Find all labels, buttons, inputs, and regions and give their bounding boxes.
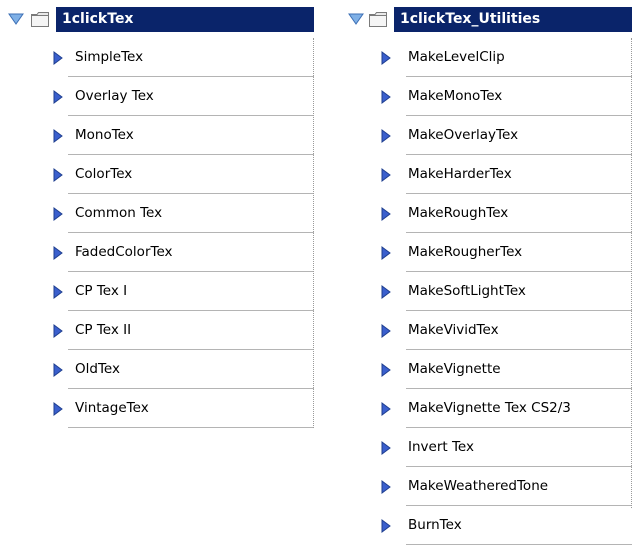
action-label: MakeSoftLightTex	[408, 283, 526, 299]
action-label: MakeOverlayTex	[408, 127, 519, 143]
action-item[interactable]: MakeLevelClip	[343, 38, 632, 77]
play-triangle-icon[interactable]	[53, 207, 63, 221]
play-triangle-icon[interactable]	[381, 519, 391, 533]
action-item[interactable]: MakeHarderTex	[343, 155, 632, 194]
action-label: MakeLevelClip	[408, 49, 505, 65]
action-set-title[interactable]: 1clickTex	[56, 7, 314, 32]
row-divider	[68, 427, 314, 428]
action-item[interactable]: MakeVignette	[343, 350, 632, 389]
action-item[interactable]: MakeVividTex	[343, 311, 632, 350]
play-triangle-icon[interactable]	[381, 441, 391, 455]
action-item[interactable]: MakeWeatheredTone	[343, 467, 632, 506]
action-item[interactable]: Invert Tex	[343, 428, 632, 467]
play-triangle-icon[interactable]	[381, 90, 391, 104]
play-triangle-icon[interactable]	[381, 363, 391, 377]
action-label: SimpleTex	[75, 49, 144, 65]
play-triangle-icon[interactable]	[381, 207, 391, 221]
action-label: MakeHarderTex	[408, 166, 512, 182]
action-list: SimpleTex Overlay Tex MonoTex ColorTex Commo…	[0, 38, 314, 428]
action-label: Common Tex	[75, 205, 163, 221]
action-item[interactable]: MakeRougherTex	[343, 233, 632, 272]
play-triangle-icon[interactable]	[381, 129, 391, 143]
action-label: MonoTex	[75, 127, 134, 143]
play-triangle-icon[interactable]	[381, 51, 391, 65]
folder-icon	[369, 12, 387, 27]
action-label: MakeRougherTex	[408, 244, 523, 260]
play-triangle-icon[interactable]	[53, 90, 63, 104]
action-label: FadedColorTex	[75, 244, 173, 260]
action-label: BurnTex	[408, 517, 462, 533]
play-triangle-icon[interactable]	[381, 480, 391, 494]
row-divider	[406, 544, 632, 545]
action-label: MakeVignette	[408, 361, 501, 377]
action-item[interactable]: MakeMonoTex	[343, 77, 632, 116]
play-triangle-icon[interactable]	[53, 129, 63, 143]
action-item[interactable]: CP Tex I	[0, 272, 314, 311]
play-triangle-icon[interactable]	[381, 246, 391, 260]
action-label: MakeRoughTex	[408, 205, 509, 221]
action-item[interactable]: MakeRoughTex	[343, 194, 632, 233]
action-label: MakeMonoTex	[408, 88, 503, 104]
play-triangle-icon[interactable]	[53, 285, 63, 299]
panel-divider	[312, 38, 314, 428]
action-item[interactable]: Common Tex	[0, 194, 314, 233]
play-triangle-icon[interactable]	[381, 402, 391, 416]
action-label: CP Tex I	[75, 283, 128, 299]
folder-icon	[31, 12, 49, 27]
action-item[interactable]: MakeVignette Tex CS2/3	[343, 389, 632, 428]
action-item[interactable]: CP Tex II	[0, 311, 314, 350]
play-triangle-icon[interactable]	[381, 324, 391, 338]
action-label: OldTex	[75, 361, 120, 377]
action-item[interactable]: VintageTex	[0, 389, 314, 428]
action-item[interactable]: BurnTex	[343, 506, 632, 545]
action-label: MakeVividTex	[408, 322, 499, 338]
play-triangle-icon[interactable]	[53, 246, 63, 260]
action-label: CP Tex II	[75, 322, 132, 338]
action-item[interactable]: SimpleTex	[0, 38, 314, 77]
action-label: MakeVignette Tex CS2/3	[408, 400, 571, 416]
action-set-header[interactable]: 1clickTex	[0, 0, 314, 38]
triangle-down-icon[interactable]	[348, 12, 364, 26]
action-item[interactable]: MakeOverlayTex	[343, 116, 632, 155]
action-item[interactable]: ColorTex	[0, 155, 314, 194]
play-triangle-icon[interactable]	[381, 168, 391, 182]
action-item[interactable]: MakeSoftLightTex	[343, 272, 632, 311]
action-label: ColorTex	[75, 166, 133, 182]
play-triangle-icon[interactable]	[53, 51, 63, 65]
play-triangle-icon[interactable]	[53, 168, 63, 182]
action-list: MakeLevelClip MakeMonoTex MakeOverlayTex Ma…	[343, 38, 632, 545]
action-label: Invert Tex	[408, 439, 474, 455]
action-item[interactable]: OldTex	[0, 350, 314, 389]
action-set-header[interactable]: 1clickTex_Utilities	[343, 0, 632, 38]
play-triangle-icon[interactable]	[381, 285, 391, 299]
play-triangle-icon[interactable]	[53, 402, 63, 416]
action-label: VintageTex	[75, 400, 149, 416]
action-item[interactable]: FadedColorTex	[0, 233, 314, 272]
play-triangle-icon[interactable]	[53, 324, 63, 338]
action-item[interactable]: Overlay Tex	[0, 77, 314, 116]
action-item[interactable]: MonoTex	[0, 116, 314, 155]
action-panel-1clicktex-utilities: 1clickTex_Utilities MakeLevelClip MakeMon…	[343, 0, 632, 545]
play-triangle-icon[interactable]	[53, 363, 63, 377]
action-set-title[interactable]: 1clickTex_Utilities	[394, 7, 632, 32]
action-panel-1clicktex: 1clickTex SimpleTex Overlay Tex MonoTex Col…	[0, 0, 314, 428]
action-label: Overlay Tex	[75, 88, 154, 104]
action-label: MakeWeatheredTone	[408, 478, 549, 494]
triangle-down-icon[interactable]	[8, 12, 24, 26]
